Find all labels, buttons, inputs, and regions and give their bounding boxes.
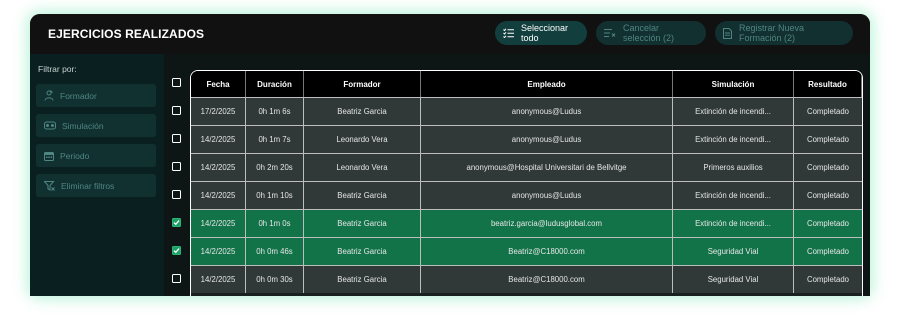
row-checkbox[interactable]: [172, 218, 181, 227]
date-cell: 14/2/2025: [191, 126, 246, 153]
duration-cell: 0h 2m 20s: [246, 154, 304, 181]
select-all-checkbox[interactable]: [172, 78, 181, 87]
employee-cell: Beatriz@C18000.com: [421, 266, 673, 293]
document-icon: [723, 27, 732, 39]
panel-header: EJERCICIOS REALIZADOS Seleccionar todo C…: [30, 14, 870, 54]
trainer-cell: Beatriz Garcia: [304, 266, 421, 293]
column-header-simulation[interactable]: Simulación: [673, 71, 794, 97]
column-header-trainer[interactable]: Formador: [304, 71, 421, 97]
check-icon: [173, 220, 180, 226]
date-cell: 14/2/2025: [191, 182, 246, 209]
column-header-employee[interactable]: Empleado: [421, 71, 673, 97]
filter-trainer-label: Formador: [60, 90, 97, 101]
row-checkbox[interactable]: [172, 246, 181, 255]
table-row[interactable]: 14/2/2025 0h 1m 7s Leonardo Vera anonymous@…: [191, 125, 862, 153]
row-checkbox[interactable]: [172, 134, 181, 143]
result-cell: Completado: [806, 219, 850, 228]
result-cell: Completado: [806, 135, 850, 144]
duration-cell: 0h 0m 30s: [246, 266, 304, 293]
select-all-label: Seleccionar todo: [521, 23, 569, 43]
simulation-cell: Extinción de incendi...: [673, 182, 794, 209]
cancel-selection-button[interactable]: Cancelar selección (2): [596, 21, 706, 45]
date-cell: 14/2/2025: [191, 238, 246, 265]
table-row[interactable]: 14/2/2025 0h 1m 10s Beatriz Garcia anonymou…: [191, 181, 862, 209]
cancel-selection-label: Cancelar selección (2): [623, 23, 675, 43]
clear-list-icon: [604, 29, 616, 37]
table-row[interactable]: 14/2/2025 0h 2m 20s Leonardo Vera anonymous…: [191, 153, 862, 181]
result-cell: Completado: [806, 247, 850, 256]
employee-cell: anonymous@Ludus: [421, 126, 673, 153]
date-cell: 17/2/2025: [191, 98, 246, 125]
simulation-cell: Extinción de incendi...: [673, 126, 794, 153]
employee-cell: anonymous@Ludus: [421, 98, 673, 125]
trainer-cell: Leonardo Vera: [304, 126, 421, 153]
row-checkbox[interactable]: [172, 106, 181, 115]
table-row[interactable]: 14/2/2025 0h 0m 46s Beatriz Garcia Beatriz@…: [191, 237, 862, 265]
clear-filters-label: Eliminar filtros: [61, 180, 115, 191]
filter-period-label: Periodo: [60, 150, 90, 161]
clear-filter-icon: [44, 180, 55, 191]
employee-cell: beatriz.garcia@ludusglobal.com: [421, 210, 673, 237]
result-cell: Completado: [806, 191, 850, 200]
employee-cell: anonymous@Ludus: [421, 182, 673, 209]
trainer-cell: Beatriz Garcia: [304, 238, 421, 265]
page-title: EJERCICIOS REALIZADOS: [48, 27, 205, 41]
duration-cell: 0h 1m 7s: [246, 126, 304, 153]
trainer-cell: Leonardo Vera: [304, 154, 421, 181]
employee-cell: Beatriz@C18000.com: [421, 238, 673, 265]
exercises-panel: EJERCICIOS REALIZADOS Seleccionar todo C…: [30, 14, 870, 296]
column-header-duration[interactable]: Duración: [246, 71, 304, 97]
row-checkbox[interactable]: [172, 162, 181, 171]
vr-headset-icon: [44, 121, 56, 130]
result-cell: Completado: [806, 163, 850, 172]
row-checkbox[interactable]: [172, 190, 181, 199]
duration-cell: 0h 0m 46s: [246, 238, 304, 265]
date-cell: 14/2/2025: [191, 266, 246, 293]
result-cell: Completado: [806, 275, 850, 284]
duration-cell: 0h 1m 6s: [246, 98, 304, 125]
employee-cell: anonymous@Hospital Universitari de Bellv…: [421, 154, 673, 181]
register-training-button[interactable]: Registrar Nueva Formación (2): [715, 21, 853, 45]
simulation-cell: Seguridad Vial: [673, 266, 794, 293]
check-icon: [173, 248, 180, 254]
table-row[interactable]: 17/2/2025 0h 1m 6s Beatriz Garcia anonymous…: [191, 97, 862, 125]
simulation-cell: Extinción de incendi...: [673, 98, 794, 125]
clear-filters-button[interactable]: Eliminar filtros: [36, 174, 156, 197]
row-checkbox[interactable]: [172, 274, 181, 283]
column-header-result[interactable]: Resultado: [794, 71, 862, 97]
filter-sidebar: Filtrar por: Formador Simulación Periodo…: [30, 54, 164, 296]
register-training-label: Registrar Nueva Formación (2): [739, 23, 805, 43]
filter-label: Filtrar por:: [38, 64, 77, 74]
column-header-date[interactable]: Fecha: [191, 71, 246, 97]
filter-simulation-label: Simulación: [62, 120, 104, 131]
filter-period-button[interactable]: Periodo: [36, 144, 156, 167]
filter-simulation-button[interactable]: Simulación: [36, 114, 156, 137]
exercises-table: Fecha Duración Formador Empleado Simulac…: [190, 70, 863, 296]
table-row[interactable]: 14/2/2025 0h 1m 0s Beatriz Garcia beatriz.g…: [191, 209, 862, 237]
simulation-cell: Extinción de incendi...: [673, 210, 794, 237]
trainer-cell: Beatriz Garcia: [304, 182, 421, 209]
table-header-row: Fecha Duración Formador Empleado Simulac…: [191, 71, 862, 97]
result-cell: Completado: [806, 107, 850, 116]
trainer-icon: [44, 90, 54, 101]
date-cell: 14/2/2025: [191, 210, 246, 237]
results-area: Fecha Duración Formador Empleado Simulac…: [164, 54, 870, 296]
calendar-icon: [44, 151, 54, 161]
trainer-cell: Beatriz Garcia: [304, 210, 421, 237]
trainer-cell: Beatriz Garcia: [304, 98, 421, 125]
simulation-cell: Seguridad Vial: [673, 238, 794, 265]
simulation-cell: Primeros auxilios: [673, 154, 794, 181]
checklist-icon: [503, 28, 514, 38]
date-cell: 14/2/2025: [191, 154, 246, 181]
duration-cell: 0h 1m 0s: [246, 210, 304, 237]
select-all-button[interactable]: Seleccionar todo: [495, 21, 587, 45]
duration-cell: 0h 1m 10s: [246, 182, 304, 209]
table-row[interactable]: 14/2/2025 0h 0m 30s Beatriz Garcia Beatriz@…: [191, 265, 862, 293]
filter-trainer-button[interactable]: Formador: [36, 84, 156, 107]
